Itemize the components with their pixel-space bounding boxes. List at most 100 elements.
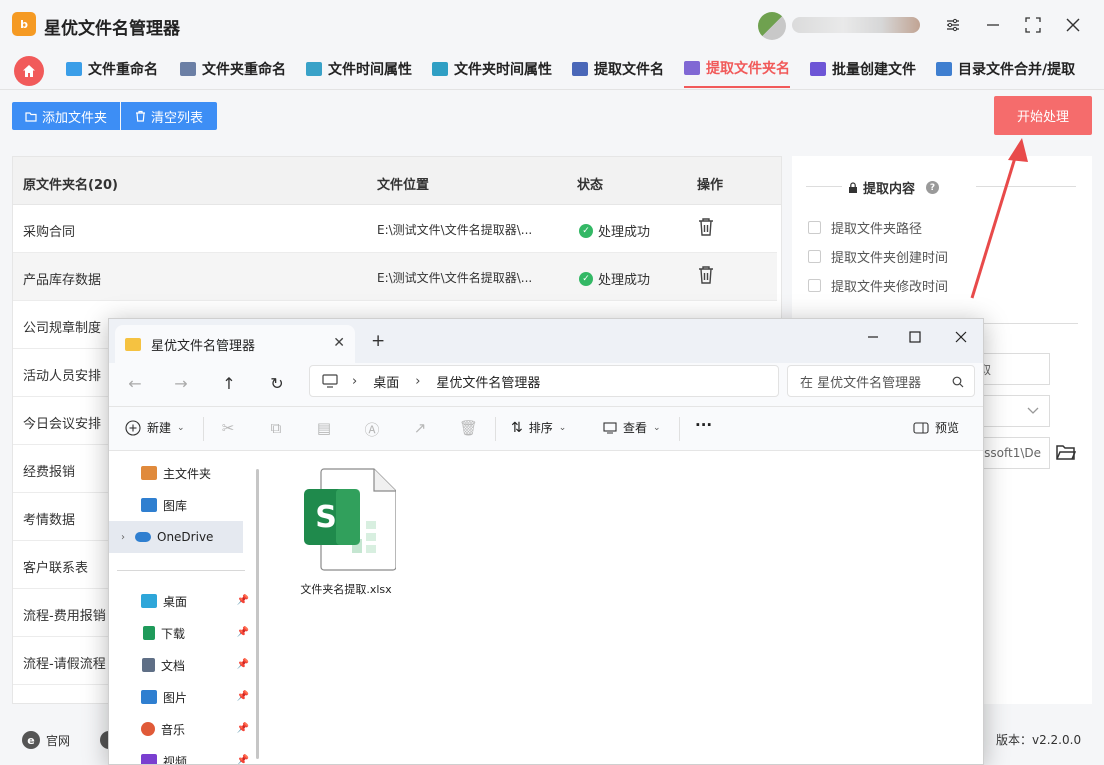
table-row[interactable]: 采购合同 E:\测试文件\文件名提取器\... ✓ 处理成功 <box>13 205 777 253</box>
new-tab-icon[interactable]: + <box>371 331 385 351</box>
sidebar-item-gallery[interactable]: 图库 <box>109 489 255 521</box>
help-icon[interactable]: ? <box>926 181 940 194</box>
folder-rename-icon <box>180 62 196 76</box>
pin-icon[interactable]: 📌 <box>237 659 249 670</box>
checkbox[interactable] <box>808 221 821 234</box>
close-icon[interactable] <box>1060 12 1086 38</box>
breadcrumb-desktop[interactable]: 桌面 <box>373 372 399 391</box>
file-item[interactable]: S 文件夹名提取.xlsx <box>291 467 401 597</box>
tab-file-time[interactable]: 文件时间属性 <box>306 50 412 88</box>
copy-icon[interactable]: ⧉ <box>267 419 285 437</box>
refresh-icon[interactable]: ↻ <box>265 374 289 393</box>
browse-folder-icon[interactable] <box>1056 443 1077 465</box>
music-icon <box>141 722 155 736</box>
folder-icon <box>125 337 141 351</box>
breadcrumb[interactable]: › 桌面 › 星优文件名管理器 <box>309 365 779 397</box>
new-button[interactable]: 新建 ⌄ <box>125 419 185 436</box>
forward-icon[interactable]: → <box>169 374 193 393</box>
header-location[interactable]: 文件位置 <box>377 174 429 193</box>
table-header: 原文件夹名(20) 文件位置 状态 操作 <box>13 157 781 205</box>
sort-button[interactable]: ⇅ 排序 ⌄ <box>511 419 566 436</box>
header-name[interactable]: 原文件夹名(20) <box>23 174 118 193</box>
header-action: 操作 <box>697 178 724 193</box>
success-check-icon: ✓ <box>579 271 593 286</box>
sidebar-item-music[interactable]: 音乐 📌 <box>109 713 255 745</box>
table-row[interactable]: 产品库存数据 E:\测试文件\文件名提取器\... ✓ 处理成功 <box>13 253 777 301</box>
sidebar-item-onedrive[interactable]: › OneDrive <box>109 521 243 553</box>
tab-file-rename[interactable]: 文件重命名 <box>66 50 158 88</box>
sidebar-item-home[interactable]: 主文件夹 <box>109 457 255 489</box>
file-name: 文件夹名提取.xlsx <box>300 583 392 596</box>
preview-button[interactable]: 预览 <box>913 419 959 436</box>
home-button[interactable] <box>14 56 44 86</box>
spreadsheet-file-icon: S <box>304 468 397 571</box>
add-folder-button[interactable]: 添加文件夹 <box>12 102 120 130</box>
website-link[interactable]: e 官网 <box>22 731 70 749</box>
option-folder-created-time[interactable]: 提取文件夹创建时间 <box>808 247 948 266</box>
user-avatar[interactable] <box>758 12 786 40</box>
maximize-icon[interactable] <box>1020 12 1046 38</box>
tab-merge-extract[interactable]: 目录文件合并/提取 <box>936 50 1075 88</box>
sidebar-item-desktop[interactable]: 桌面 📌 <box>109 585 255 617</box>
tab-batch-create[interactable]: 批量创建文件 <box>810 50 916 88</box>
paste-icon[interactable]: ▤ <box>315 419 333 437</box>
download-icon <box>143 626 155 640</box>
pin-icon[interactable]: 📌 <box>237 755 249 764</box>
sidebar-item-pictures[interactable]: 图片 📌 <box>109 681 255 713</box>
tab-close-icon[interactable]: ✕ <box>333 335 345 351</box>
chevron-right-icon[interactable]: › <box>121 532 125 543</box>
search-input[interactable]: 在 星优文件名管理器 <box>787 365 975 397</box>
explorer-maximize-icon[interactable] <box>895 323 935 351</box>
delete-icon[interactable] <box>697 217 715 241</box>
chevron-down-icon <box>1027 407 1039 414</box>
folder-time-icon <box>432 62 448 76</box>
pin-icon[interactable]: 📌 <box>237 627 249 638</box>
pin-icon[interactable]: 📌 <box>237 595 249 606</box>
app-window: b 星优文件名管理器 文件重命名 文件夹重命名 文件时间属性 文件夹时间属性 提… <box>0 0 1104 765</box>
tab-folder-rename[interactable]: 文件夹重命名 <box>180 50 286 88</box>
explorer-tab[interactable]: 星优文件名管理器 ✕ <box>115 325 355 363</box>
sidebar-item-videos[interactable]: 视频 📌 <box>109 745 255 764</box>
clear-list-button[interactable]: 清空列表 <box>121 102 217 130</box>
settings-icon[interactable] <box>940 12 966 38</box>
tab-extract-foldername[interactable]: 提取文件夹名 <box>684 50 790 88</box>
folder-icon <box>25 111 37 122</box>
tab-extract-filename[interactable]: 提取文件名 <box>572 50 664 88</box>
batch-create-icon <box>810 62 826 76</box>
back-icon[interactable]: ← <box>123 374 147 393</box>
pin-icon[interactable]: 📌 <box>237 691 249 702</box>
share-icon[interactable]: ↗ <box>411 419 429 437</box>
lock-icon <box>849 182 857 193</box>
cut-icon[interactable]: ✂ <box>219 419 237 437</box>
explorer-address-bar: ← → ↑ ↻ › 桌面 › 星优文件名管理器 在 星优文件名管理器 <box>109 363 983 407</box>
delete-icon[interactable]: 🗑 <box>459 419 478 437</box>
delete-icon[interactable] <box>697 265 715 289</box>
divider <box>806 186 842 187</box>
sidebar-item-downloads[interactable]: 下载 📌 <box>109 617 255 649</box>
minimize-icon[interactable] <box>980 12 1006 38</box>
computer-icon <box>322 374 338 388</box>
title-bar: b 星优文件名管理器 <box>0 0 1104 50</box>
up-icon[interactable]: ↑ <box>217 374 241 393</box>
checkbox[interactable] <box>808 279 821 292</box>
preview-pane-icon <box>913 421 929 434</box>
explorer-toolbar: 新建 ⌄ ✂ ⧉ ▤ Ⓐ ↗ 🗑 ⇅ 排序 ⌄ 查看 ⌄ ··· 预览 <box>109 407 983 451</box>
option-folder-modified-time[interactable]: 提取文件夹修改时间 <box>808 276 948 295</box>
option-folder-path[interactable]: 提取文件夹路径 <box>808 218 922 237</box>
checkbox[interactable] <box>808 250 821 263</box>
rename-icon[interactable]: Ⓐ <box>363 419 381 439</box>
sidebar-item-documents[interactable]: 文档 📌 <box>109 649 255 681</box>
breadcrumb-folder[interactable]: 星优文件名管理器 <box>436 372 540 391</box>
chevron-right-icon: › <box>352 373 358 389</box>
header-status[interactable]: 状态 <box>577 174 603 193</box>
trash-icon <box>135 110 145 122</box>
explorer-close-icon[interactable] <box>941 323 981 351</box>
view-icon <box>603 421 617 433</box>
pin-icon[interactable]: 📌 <box>237 723 249 734</box>
more-button[interactable]: ··· <box>695 416 712 434</box>
file-type-letter: S <box>315 500 337 535</box>
view-button[interactable]: 查看 ⌄ <box>603 419 661 436</box>
website-icon: e <box>22 731 40 749</box>
tab-folder-time[interactable]: 文件夹时间属性 <box>432 50 552 88</box>
explorer-minimize-icon[interactable] <box>853 323 893 351</box>
